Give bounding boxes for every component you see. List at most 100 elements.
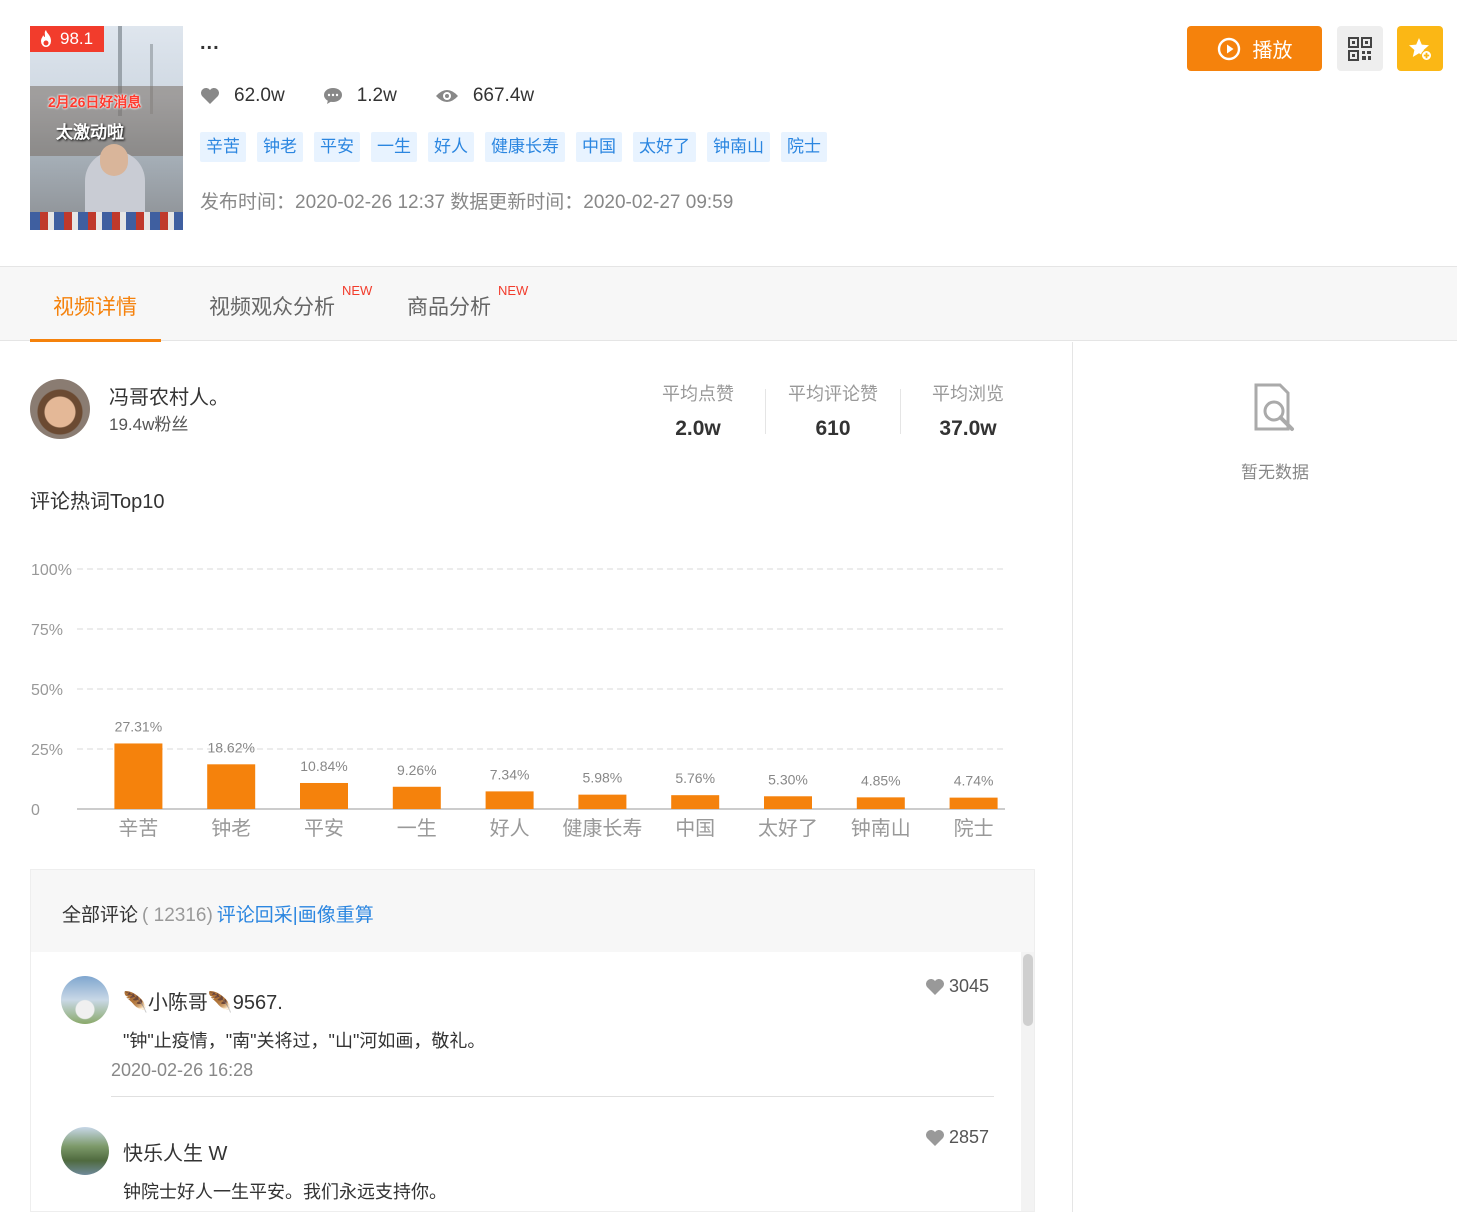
tab-video-detail[interactable]: 视频详情: [53, 291, 137, 321]
author-fans: 19.4w粉丝: [109, 415, 189, 434]
x-tick-label: 院士: [954, 817, 994, 840]
search-document-icon: [1254, 383, 1294, 431]
new-badge: NEW: [498, 283, 529, 298]
bar: [485, 791, 534, 809]
author-avatar[interactable]: [30, 379, 90, 439]
like-stat: 62.0w: [200, 85, 285, 107]
stat-separator: [765, 389, 766, 434]
comment-count: 1.2w: [356, 85, 397, 106]
empty-text: 暂无数据: [1241, 463, 1309, 482]
comment-like[interactable]: 3045: [925, 976, 989, 997]
new-badge: NEW: [342, 283, 373, 298]
y-tick-label: 50%: [31, 682, 63, 699]
x-tick-label: 中国: [675, 817, 715, 840]
like-count: 62.0w: [234, 85, 285, 106]
x-tick-label: 钟老: [211, 817, 251, 840]
bar: [578, 794, 627, 809]
bar: [207, 764, 256, 809]
comment-like-count: 3045: [949, 976, 990, 996]
bar-value-label: 7.34%: [490, 766, 530, 782]
tag[interactable]: 中国: [576, 132, 622, 162]
view-count: 667.4w: [472, 85, 535, 106]
tag[interactable]: 平安: [314, 132, 360, 162]
avg-views: 平均浏览 37.0w: [918, 380, 1018, 441]
panel-divider: [1072, 342, 1073, 1212]
tag[interactable]: 钟南山: [707, 132, 770, 162]
comment-stat: 1.2w: [323, 85, 397, 107]
comment-like[interactable]: 2857: [925, 1127, 989, 1148]
avg-comment-likes: 平均评论赞 610: [778, 380, 888, 441]
comment-like-count: 2857: [949, 1127, 990, 1147]
tab-product-analysis[interactable]: 商品分析: [407, 291, 491, 321]
video-tags: 辛苦 钟老 平安 一生 好人 健康长寿 中国 太好了 钟南山 院士: [200, 132, 838, 162]
tag[interactable]: 院士: [781, 132, 827, 162]
bar-value-label: 10.84%: [300, 758, 347, 774]
bar-value-label: 18.62%: [207, 739, 254, 755]
avg-likes-label: 平均点赞: [662, 384, 734, 404]
video-thumbnail[interactable]: 2月26日好消息 太激动啦: [30, 26, 183, 230]
bar-value-label: 5.76%: [675, 770, 715, 786]
tab-audience-analysis[interactable]: 视频观众分析: [209, 291, 335, 321]
scrollbar-thumb[interactable]: [1023, 954, 1033, 1026]
tag[interactable]: 一生: [371, 132, 417, 162]
publish-update-dates: 发布时间：2020-02-26 12:37 数据更新时间：2020-02-27 …: [200, 192, 734, 213]
commenter-avatar[interactable]: [61, 1127, 109, 1175]
x-tick-label: 平安: [304, 817, 344, 840]
hot-score-badge: 98.1: [30, 26, 104, 52]
video-stats: 62.0w 1.2w 667.4w: [200, 82, 572, 110]
y-tick-label: 0: [31, 802, 40, 819]
x-tick-label: 辛苦: [118, 817, 158, 840]
avg-likes: 平均点赞 2.0w: [648, 380, 748, 441]
qr-code-button[interactable]: [1337, 26, 1383, 71]
play-button[interactable]: 播放: [1187, 26, 1322, 71]
comment-time: 2020-02-26 16:28: [111, 1060, 254, 1080]
comments-panel: 全部评论( 12316) 评论回采|画像重算 🪶小陈哥🪶9567. 3045 "钟…: [30, 869, 1035, 1212]
tag[interactable]: 辛苦: [200, 132, 246, 162]
play-circle-icon: [1217, 37, 1240, 60]
stat-separator: [900, 389, 901, 434]
bar: [764, 796, 812, 809]
bar-value-label: 5.98%: [583, 770, 623, 786]
comment-item: 快乐人生 W 2857 钟院士好人一生平安。我们永远支持你。: [31, 1102, 1011, 1211]
y-tick-label: 75%: [31, 622, 63, 639]
comment-text: "钟"止疫情，"南"关将过，"山"河如画，敬礼。: [123, 1031, 486, 1051]
avg-views-value: 37.0w: [939, 417, 997, 440]
x-tick-label: 好人: [490, 817, 530, 840]
tag[interactable]: 太好了: [633, 132, 696, 162]
commenter-avatar[interactable]: [61, 976, 109, 1024]
commenter-name[interactable]: 🪶小陈哥🪶9567.: [123, 986, 283, 1015]
view-stat: 667.4w: [435, 85, 534, 107]
x-tick-label: 健康长寿: [562, 817, 642, 840]
commenter-name[interactable]: 快乐人生 W: [123, 1137, 227, 1166]
comment-icon: [323, 88, 342, 104]
favorite-button[interactable]: [1397, 26, 1443, 71]
x-tick-label: 太好了: [758, 817, 818, 840]
detail-tabs: 视频详情 视频观众分析 NEW 商品分析 NEW: [0, 266, 1457, 342]
bar-value-label: 27.31%: [115, 718, 162, 734]
avg-comment-likes-label: 平均评论赞: [788, 384, 878, 404]
hot-words-title: 评论热词Top10: [30, 491, 165, 513]
video-title: ...: [200, 32, 220, 54]
bar-chart: 0 25% 50% 75% 100% 27.31% 辛苦 18.62% 钟老 10.84% 平安 9.…: [31, 562, 1005, 840]
bar-value-label: 4.85%: [861, 772, 901, 788]
avg-views-label: 平均浏览: [932, 384, 1004, 404]
thumbnail-caption-2: 太激动啦: [56, 123, 124, 142]
tag[interactable]: 健康长寿: [485, 132, 565, 162]
side-panel-empty: 暂无数据: [1230, 383, 1320, 483]
hot-words-chart: 0 25% 50% 75% 100% 27.31% 辛苦 18.62% 钟老 10.84% 平安 9.…: [25, 545, 1015, 845]
avg-likes-value: 2.0w: [675, 417, 721, 440]
tag[interactable]: 好人: [428, 132, 474, 162]
bar: [949, 797, 998, 809]
bar: [392, 786, 441, 809]
bar-value-label: 9.26%: [397, 762, 437, 778]
heart-icon: [926, 978, 944, 995]
heart-icon: [201, 88, 219, 104]
comments-label: 全部评论: [62, 905, 139, 926]
author-name[interactable]: 冯哥农村人。: [109, 381, 229, 410]
tag[interactable]: 钟老: [257, 132, 303, 162]
bar-value-label: 5.30%: [768, 771, 808, 787]
heart-icon: [926, 1129, 944, 1146]
play-button-label: 播放: [1252, 40, 1293, 62]
y-tick-label: 100%: [31, 562, 72, 579]
comments-recrawl-link[interactable]: 评论回采|画像重算: [217, 905, 374, 926]
